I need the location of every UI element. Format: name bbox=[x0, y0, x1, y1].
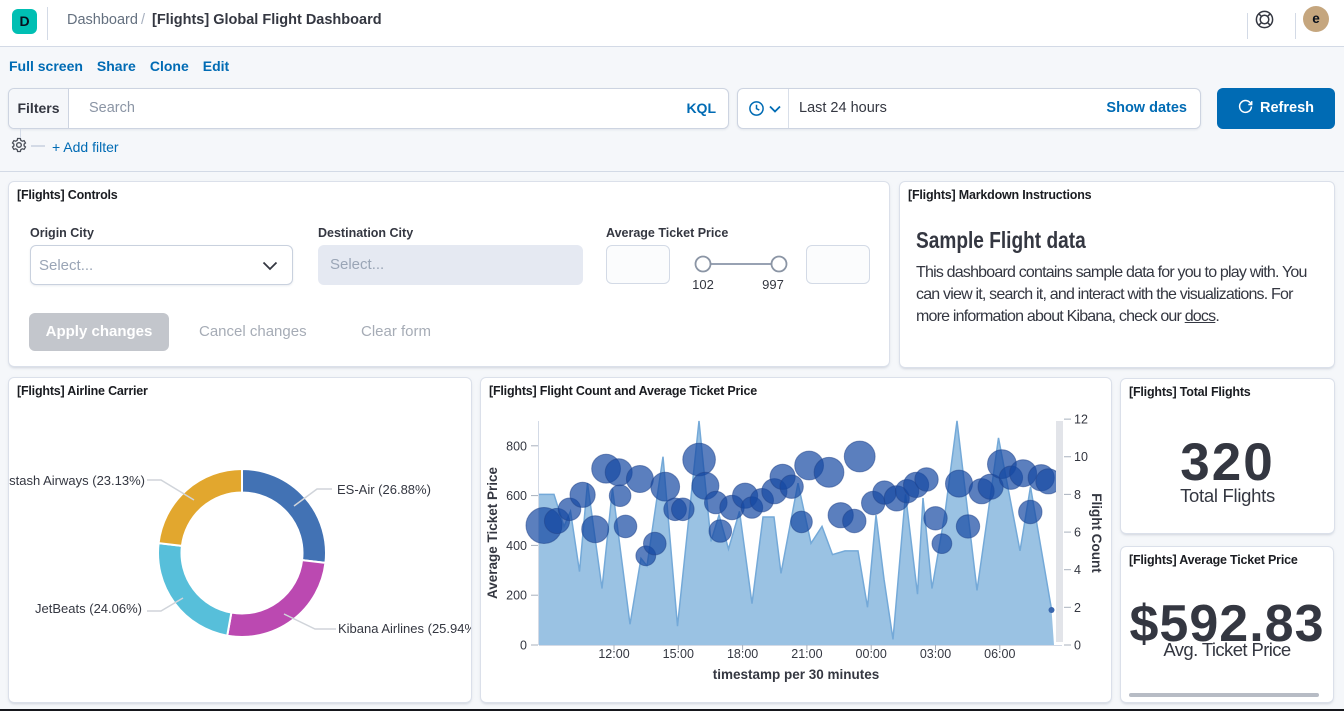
svg-text:Flight Count: Flight Count bbox=[1089, 493, 1104, 573]
svg-text:0: 0 bbox=[1074, 639, 1081, 653]
svg-text:800: 800 bbox=[506, 439, 527, 453]
svg-text:997: 997 bbox=[762, 277, 784, 291]
svg-text:Average Ticket Price: Average Ticket Price bbox=[485, 466, 500, 599]
svg-text:600: 600 bbox=[506, 489, 527, 503]
svg-text:8: 8 bbox=[1074, 488, 1081, 502]
svg-text:6: 6 bbox=[1074, 526, 1081, 540]
svg-text:12: 12 bbox=[1074, 413, 1088, 427]
svg-text:4: 4 bbox=[1074, 563, 1081, 577]
svg-text:2: 2 bbox=[1074, 601, 1081, 615]
svg-text:timestamp per 30 minutes: timestamp per 30 minutes bbox=[713, 667, 880, 682]
svg-text:10: 10 bbox=[1074, 450, 1088, 464]
svg-text:102: 102 bbox=[692, 277, 714, 291]
svg-text:0: 0 bbox=[520, 639, 527, 653]
svg-text:200: 200 bbox=[506, 589, 527, 603]
svg-text:400: 400 bbox=[506, 539, 527, 553]
